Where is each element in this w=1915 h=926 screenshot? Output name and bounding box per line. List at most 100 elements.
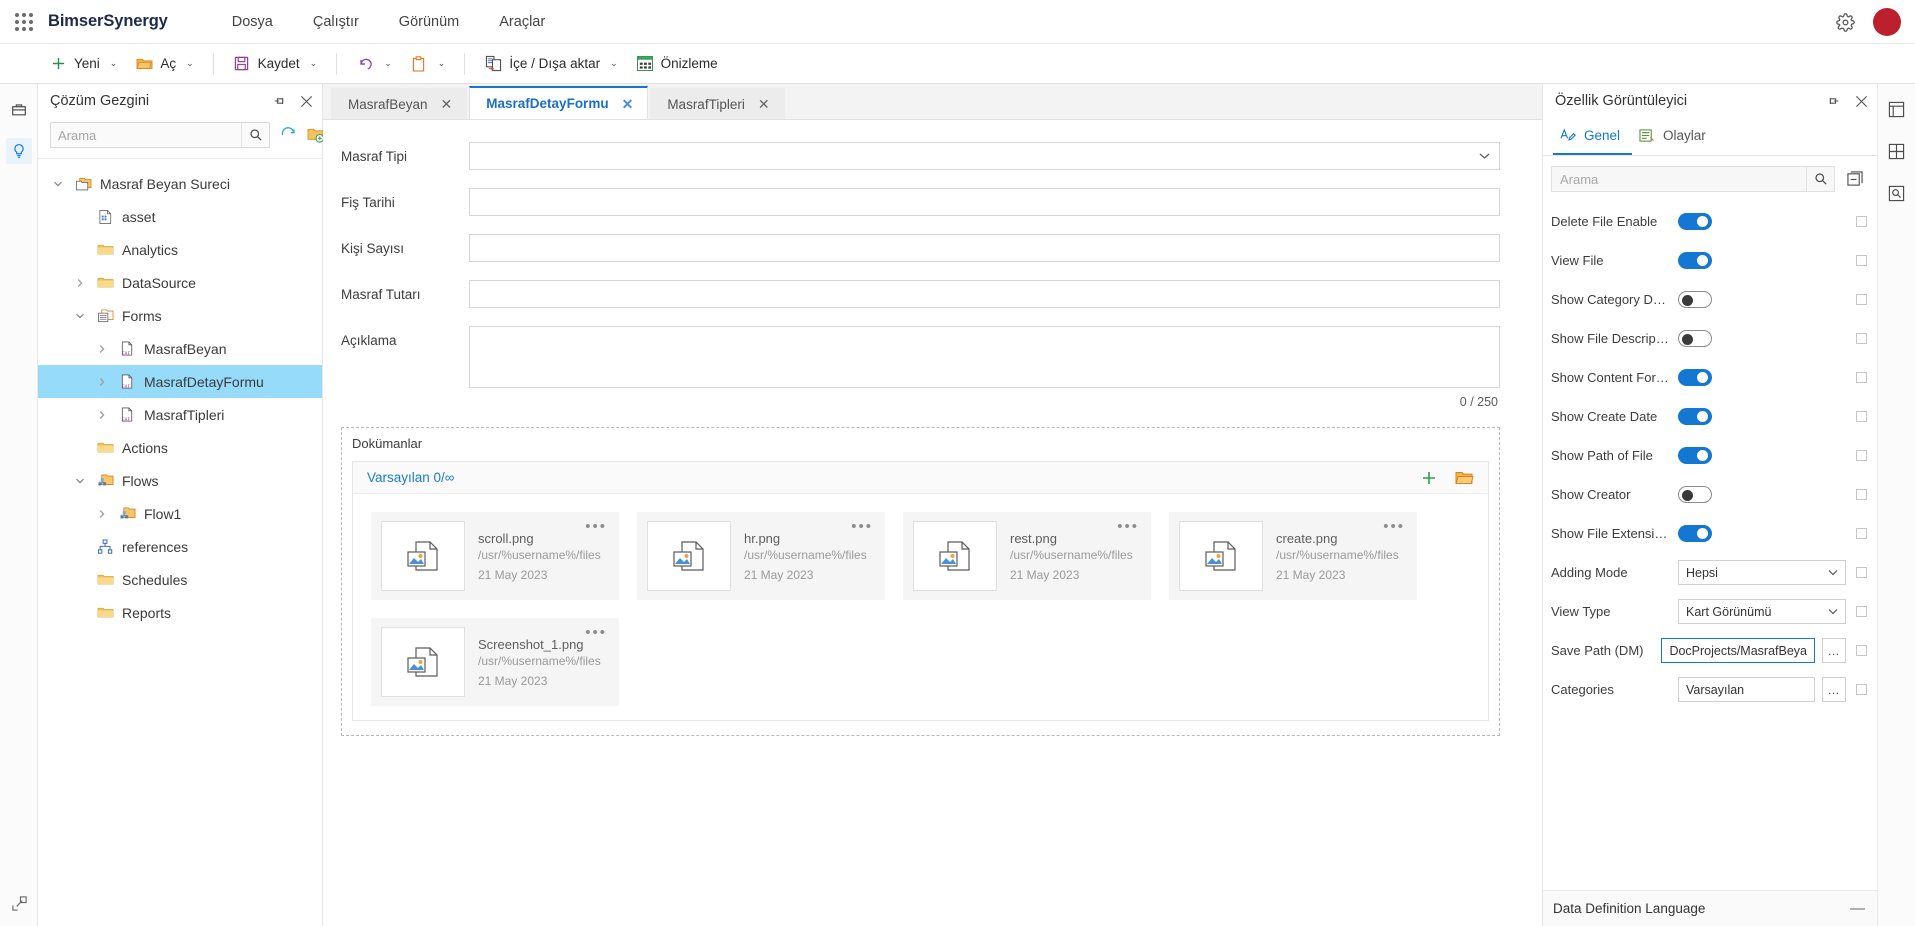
tree-item-forms[interactable]: Forms bbox=[38, 299, 322, 332]
document-tab-masrafbeyan[interactable]: MasrafBeyan ✕ bbox=[331, 88, 468, 119]
tree-item-actions[interactable]: Actions bbox=[38, 431, 322, 464]
tree-item-masraf-beyan-sureci[interactable]: Masraf Beyan Sureci bbox=[38, 167, 322, 200]
preview-button[interactable]: Önizleme bbox=[627, 49, 727, 79]
tree-item-reports[interactable]: Reports bbox=[38, 596, 322, 629]
property-select[interactable]: Hepsi bbox=[1678, 560, 1846, 585]
search-input[interactable] bbox=[51, 127, 241, 143]
user-avatar[interactable] bbox=[1873, 8, 1901, 36]
form-text-input[interactable] bbox=[469, 188, 1500, 216]
pin-panel-button[interactable] bbox=[272, 93, 288, 109]
property-binding-checkbox[interactable] bbox=[1856, 684, 1867, 695]
property-browse-button[interactable]: … bbox=[1822, 638, 1846, 663]
close-tab-icon[interactable]: ✕ bbox=[622, 97, 634, 111]
rail-solution-explorer-button[interactable] bbox=[5, 138, 32, 164]
property-search-submit[interactable] bbox=[1806, 167, 1834, 191]
rail-structure-button[interactable] bbox=[1884, 138, 1910, 164]
tree-item-flow1[interactable]: Flow1 bbox=[38, 497, 322, 530]
chevron-down-icon[interactable] bbox=[1479, 152, 1490, 160]
solution-search-box[interactable] bbox=[50, 122, 270, 148]
masraf-tipi-dropdown[interactable] bbox=[469, 142, 1500, 170]
rail-find-button[interactable] bbox=[1884, 180, 1910, 206]
property-group-toggle-button[interactable] bbox=[1845, 169, 1865, 189]
rail-properties-button[interactable] bbox=[1884, 96, 1910, 122]
chevron-down-icon[interactable] bbox=[1828, 569, 1838, 576]
paste-button[interactable]: ⌄ bbox=[401, 49, 455, 79]
property-toggle[interactable] bbox=[1678, 369, 1712, 386]
undo-button[interactable]: ⌄ bbox=[347, 49, 401, 79]
form-text-input[interactable] bbox=[469, 280, 1500, 308]
property-text-field[interactable]: Varsayılan bbox=[1678, 677, 1815, 702]
property-binding-checkbox[interactable] bbox=[1856, 450, 1867, 461]
property-binding-checkbox[interactable] bbox=[1856, 255, 1867, 266]
property-binding-checkbox[interactable] bbox=[1856, 567, 1867, 578]
app-launcher-button[interactable] bbox=[0, 12, 48, 31]
menu-gorunum[interactable]: Görünüm bbox=[379, 8, 479, 36]
document-more-icon[interactable]: ••• bbox=[851, 518, 873, 535]
chevron-right-icon[interactable] bbox=[94, 410, 110, 420]
tree-item-references[interactable]: references bbox=[38, 530, 322, 563]
document-more-icon[interactable]: ••• bbox=[1383, 518, 1405, 535]
document-card[interactable]: scroll.png/usr/%username%/files 21 May 20… bbox=[371, 512, 619, 600]
property-binding-checkbox[interactable] bbox=[1856, 645, 1867, 656]
property-binding-checkbox[interactable] bbox=[1856, 333, 1867, 344]
property-section-ddl[interactable]: Data Definition Language — bbox=[1543, 890, 1877, 926]
document-card[interactable]: Screenshot_1.png/usr/%username%/files 21 … bbox=[371, 618, 619, 706]
collapse-section-icon[interactable]: — bbox=[1850, 900, 1865, 917]
documents-group-title[interactable]: Varsayılan 0/∞ bbox=[367, 470, 454, 485]
open-button[interactable]: Aç ⌄ bbox=[126, 49, 202, 79]
import-export-button[interactable]: İçe / Dışa aktar ⌄ bbox=[475, 49, 626, 79]
add-document-button[interactable] bbox=[1421, 470, 1437, 486]
search-submit-button[interactable] bbox=[241, 123, 269, 147]
property-toggle[interactable] bbox=[1678, 213, 1712, 230]
chevron-down-icon[interactable] bbox=[1828, 608, 1838, 615]
chevron-right-icon[interactable] bbox=[94, 509, 110, 519]
form-text-input[interactable] bbox=[469, 234, 1500, 262]
property-text-field[interactable]: DocProjects/MasrafBeya bbox=[1661, 638, 1815, 663]
property-binding-checkbox[interactable] bbox=[1856, 528, 1867, 539]
tree-item-masrafdetayformu[interactable]: EAF MasrafDetayFormu bbox=[38, 365, 322, 398]
property-binding-checkbox[interactable] bbox=[1856, 411, 1867, 422]
property-select[interactable]: Kart Görünümü bbox=[1678, 599, 1846, 624]
save-button[interactable]: Kaydet ⌄ bbox=[224, 49, 327, 79]
settings-button[interactable] bbox=[1833, 10, 1857, 34]
document-card[interactable]: rest.png/usr/%username%/files 21 May 2023… bbox=[903, 512, 1151, 600]
document-more-icon[interactable]: ••• bbox=[585, 518, 607, 535]
chevron-down-icon[interactable] bbox=[72, 311, 88, 321]
property-binding-checkbox[interactable] bbox=[1856, 216, 1867, 227]
rail-layout-button[interactable] bbox=[6, 890, 32, 916]
property-tab-olaylar[interactable]: Olaylar bbox=[1632, 118, 1718, 155]
tree-item-masraftipleri[interactable]: EAF MasrafTipleri bbox=[38, 398, 322, 431]
property-binding-checkbox[interactable] bbox=[1856, 606, 1867, 617]
property-tab-genel[interactable]: Genel bbox=[1553, 118, 1633, 155]
menu-calistir[interactable]: Çalıştır bbox=[293, 8, 379, 36]
property-browse-button[interactable]: … bbox=[1822, 677, 1846, 702]
aciklama-textarea[interactable] bbox=[469, 326, 1500, 388]
document-tab-masrafdetayformu[interactable]: MasrafDetayFormu ✕ bbox=[469, 86, 649, 119]
close-tab-icon[interactable]: ✕ bbox=[441, 97, 453, 111]
chevron-right-icon[interactable] bbox=[94, 377, 110, 387]
tree-item-asset[interactable]: asset bbox=[38, 200, 322, 233]
property-toggle[interactable] bbox=[1678, 408, 1712, 425]
tree-item-datasource[interactable]: DataSource bbox=[38, 266, 322, 299]
tree-item-masrafbeyan[interactable]: EAF MasrafBeyan bbox=[38, 332, 322, 365]
close-panel-button[interactable] bbox=[298, 93, 314, 109]
property-search-input[interactable] bbox=[1552, 171, 1806, 187]
property-toggle[interactable] bbox=[1678, 525, 1712, 542]
menu-araclar[interactable]: Araçlar bbox=[479, 8, 565, 36]
document-card[interactable]: hr.png/usr/%username%/files 21 May 2023 ••… bbox=[637, 512, 885, 600]
chevron-down-icon[interactable] bbox=[72, 476, 88, 486]
rail-toolbox-button[interactable] bbox=[6, 96, 32, 122]
document-more-icon[interactable]: ••• bbox=[585, 624, 607, 641]
property-toggle[interactable] bbox=[1678, 291, 1712, 308]
document-tab-masraftipleri[interactable]: MasrafTipleri ✕ bbox=[650, 88, 785, 119]
browse-folder-button[interactable] bbox=[1455, 470, 1474, 486]
close-properties-button[interactable] bbox=[1853, 93, 1869, 109]
property-binding-checkbox[interactable] bbox=[1856, 489, 1867, 500]
property-toggle[interactable] bbox=[1678, 486, 1712, 503]
menu-dosya[interactable]: Dosya bbox=[212, 8, 293, 36]
refresh-button[interactable] bbox=[280, 125, 297, 145]
tree-item-flows[interactable]: Flows bbox=[38, 464, 322, 497]
property-toggle[interactable] bbox=[1678, 447, 1712, 464]
property-search-box[interactable] bbox=[1551, 166, 1835, 192]
tree-item-analytics[interactable]: Analytics bbox=[38, 233, 322, 266]
